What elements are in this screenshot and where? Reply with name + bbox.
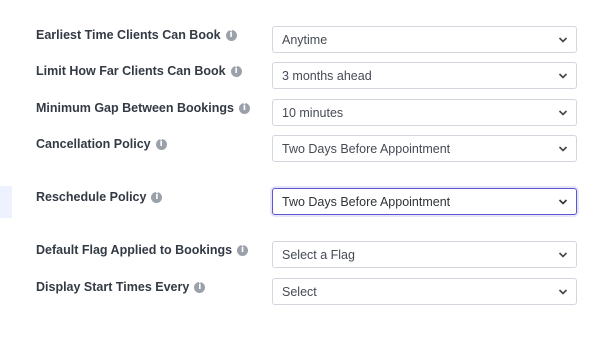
minimum-gap-select[interactable]: 10 minutes	[272, 99, 577, 126]
info-icon[interactable]: i	[151, 191, 163, 203]
chevron-down-icon	[558, 37, 568, 43]
chevron-down-icon	[558, 146, 568, 152]
start-times-select[interactable]: Select	[272, 278, 577, 305]
default-flag-label-text: Default Flag Applied to Bookings	[36, 243, 233, 257]
booking-limit-label: Limit How Far Clients Can Book i	[36, 64, 242, 78]
booking-limit-value: 3 months ahead	[282, 68, 372, 83]
chevron-down-icon	[558, 199, 568, 205]
booking-limit-select[interactable]: 3 months ahead	[272, 62, 577, 89]
cancellation-policy-select[interactable]: Two Days Before Appointment	[272, 135, 577, 162]
reschedule-policy-value: Two Days Before Appointment	[282, 194, 451, 209]
chevron-down-icon	[558, 73, 568, 79]
cancellation-policy-label-text: Cancellation Policy	[36, 137, 151, 151]
start-times-label-text: Display Start Times Every	[36, 280, 190, 294]
default-flag-select[interactable]: Select a Flag	[272, 241, 577, 268]
start-times-value: Select	[282, 284, 317, 299]
cancellation-policy-label: Cancellation Policy i	[36, 137, 167, 151]
chevron-down-icon	[558, 289, 568, 295]
info-icon[interactable]: i	[230, 65, 242, 77]
info-icon[interactable]: i	[237, 244, 249, 256]
cancellation-policy-value: Two Days Before Appointment	[282, 141, 451, 156]
booking-settings-panel: Earliest Time Clients Can Book i Anytime…	[0, 0, 600, 360]
chevron-down-icon	[558, 252, 568, 258]
earliest-time-select[interactable]: Anytime	[272, 26, 577, 53]
info-icon[interactable]: i	[155, 138, 167, 150]
earliest-time-label: Earliest Time Clients Can Book i	[36, 28, 237, 42]
minimum-gap-label: Minimum Gap Between Bookings i	[36, 101, 250, 115]
chevron-down-icon	[558, 110, 568, 116]
minimum-gap-label-text: Minimum Gap Between Bookings	[36, 101, 234, 115]
earliest-time-label-text: Earliest Time Clients Can Book	[36, 28, 221, 42]
booking-limit-label-text: Limit How Far Clients Can Book	[36, 64, 226, 78]
info-icon[interactable]: i	[238, 102, 250, 114]
reschedule-policy-label: Reschedule Policy i	[36, 190, 163, 204]
info-icon[interactable]: i	[194, 281, 206, 293]
reschedule-policy-label-text: Reschedule Policy	[36, 190, 147, 204]
earliest-time-value: Anytime	[282, 32, 328, 47]
left-edge-highlight	[0, 186, 12, 218]
minimum-gap-value: 10 minutes	[282, 105, 344, 120]
default-flag-value: Select a Flag	[282, 247, 355, 262]
reschedule-policy-select[interactable]: Two Days Before Appointment	[272, 188, 577, 215]
info-icon[interactable]: i	[225, 29, 237, 41]
default-flag-label: Default Flag Applied to Bookings i	[36, 243, 249, 257]
start-times-label: Display Start Times Every i	[36, 280, 206, 294]
